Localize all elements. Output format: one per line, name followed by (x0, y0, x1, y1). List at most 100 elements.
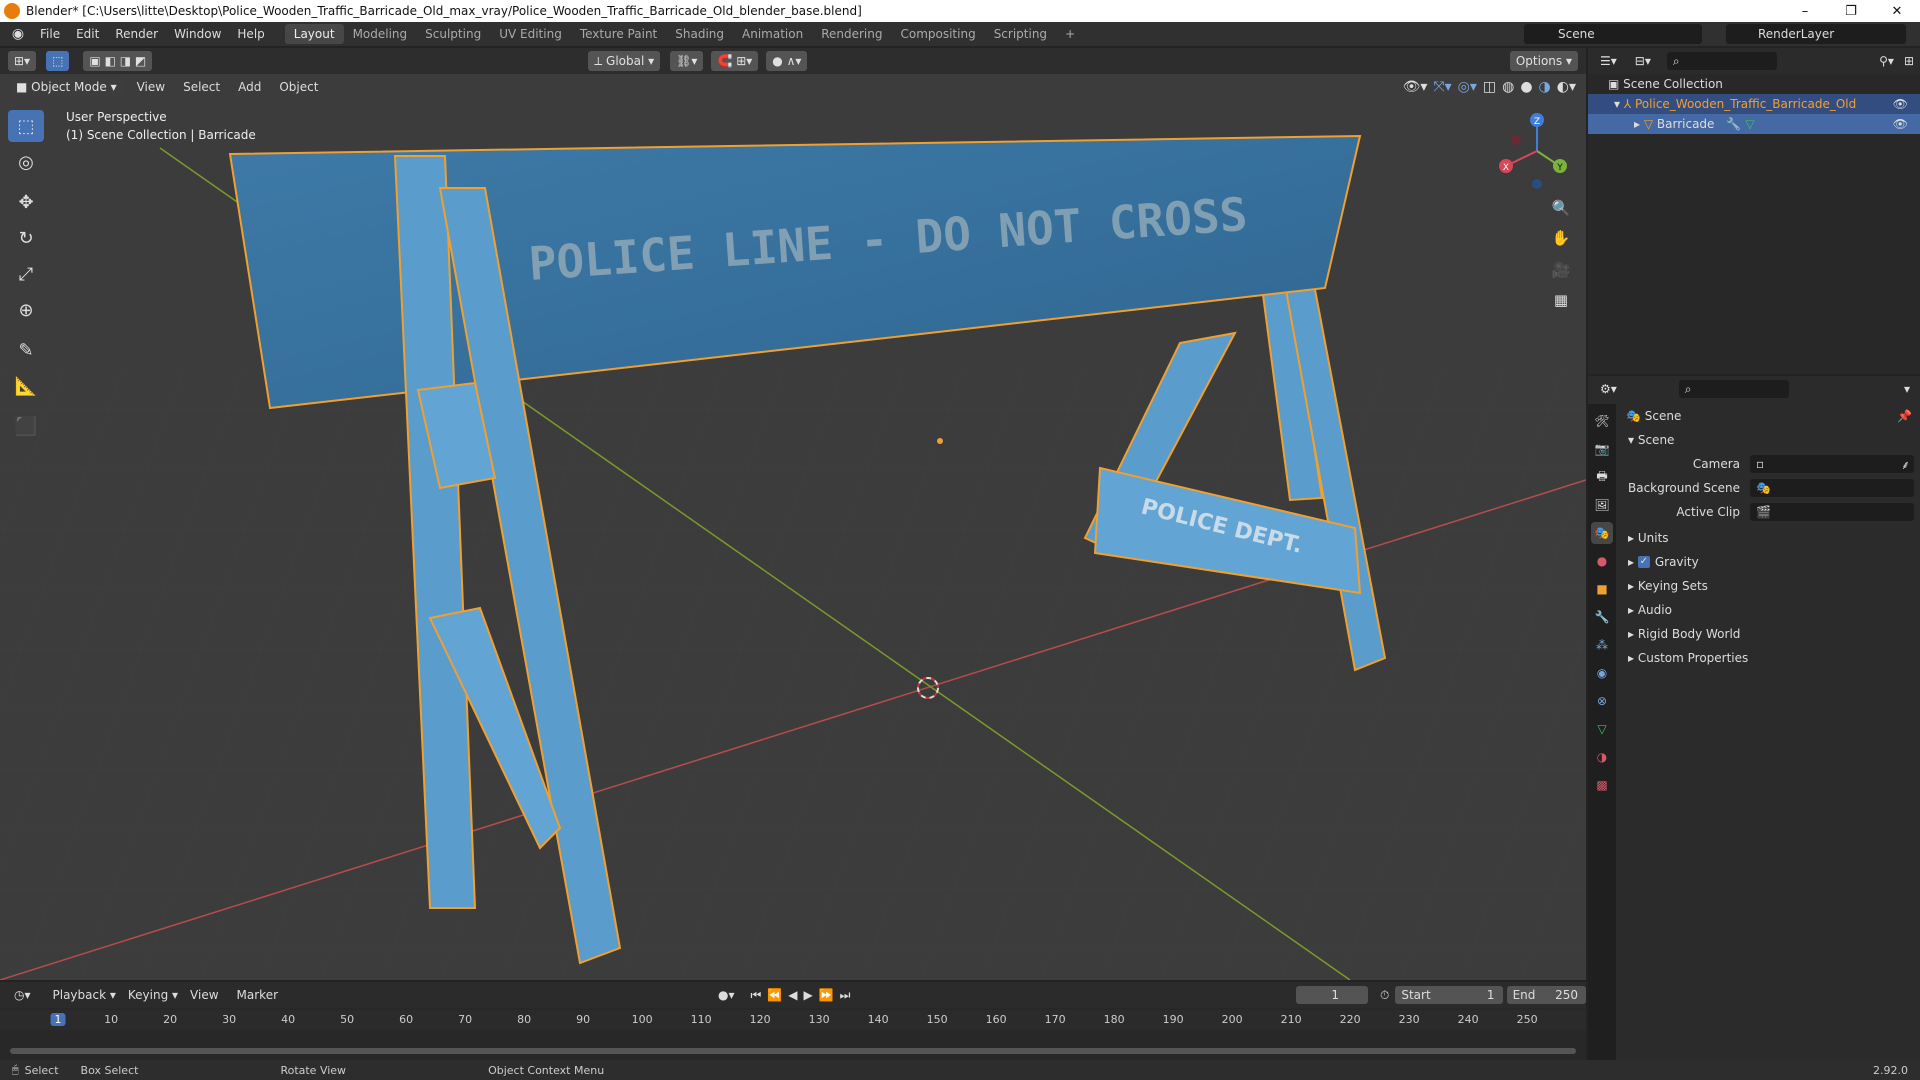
xray-toggle-icon[interactable]: ◫ (1483, 79, 1496, 95)
menu-help[interactable]: Help (229, 27, 272, 41)
navigation-gizmo[interactable]: Z Y X (1496, 110, 1578, 192)
tool-tab-icon[interactable]: 🛠 (1591, 410, 1613, 432)
properties-options-icon[interactable]: ▾ (1904, 382, 1910, 396)
minimize-button[interactable]: – (1782, 4, 1828, 19)
playback-controls[interactable]: ⏮⏪◀▶⏩⏭ (751, 988, 857, 1003)
menu-edit[interactable]: Edit (68, 27, 107, 41)
select-mode-button[interactable]: ⬚ (46, 51, 70, 71)
snap-toggle[interactable]: 🧲 ⊞▾ (711, 51, 759, 71)
menu-window[interactable]: Window (166, 27, 229, 41)
rendered-shading-icon[interactable]: ◐▾ (1557, 79, 1576, 95)
add-workspace-button[interactable]: + (1056, 24, 1084, 44)
transform-tool-icon[interactable]: ⊕ (8, 294, 44, 326)
end-frame-field[interactable]: End 250 (1506, 986, 1586, 1004)
data-tab-icon[interactable]: ▽ (1591, 718, 1613, 740)
timeline-scrollbar[interactable] (10, 1048, 1576, 1054)
texture-tab-icon[interactable]: ▩ (1591, 774, 1613, 796)
rotate-tool-icon[interactable]: ↻ (8, 222, 44, 254)
new-collection-icon[interactable]: ⊞ (1904, 54, 1914, 68)
outliner-row-collection[interactable]: ▾ ⅄ Police_Wooden_Traffic_Barricade_Old … (1588, 94, 1920, 114)
view-layer-tab-icon[interactable]: 🖼 (1591, 494, 1613, 516)
viewport-menu-select[interactable]: Select (183, 80, 220, 94)
blender-menu-icon[interactable]: ◉ (10, 26, 26, 42)
particles-tab-icon[interactable]: ⁂ (1591, 634, 1613, 656)
visibility-eye-icon[interactable]: 👁 (1893, 117, 1908, 131)
outliner-search-input[interactable]: ⌕ (1666, 52, 1777, 70)
mesh-data-icon[interactable]: ▽ (1745, 117, 1754, 131)
start-frame-field[interactable]: Start 1 (1395, 986, 1503, 1004)
timeline-menu-keying[interactable]: Keying (128, 988, 168, 1002)
gravity-panel[interactable]: ▸ ✓ Gravity (1618, 550, 1920, 574)
world-tab-icon[interactable]: ● (1591, 550, 1613, 572)
scene-tab-icon[interactable]: 🎭 (1591, 522, 1613, 544)
camera-field[interactable]: ▫ ⸙ (1750, 455, 1914, 473)
menu-render[interactable]: Render (107, 27, 166, 41)
scale-tool-icon[interactable]: ⤢ (8, 258, 44, 290)
tab-shading[interactable]: Shading (666, 24, 733, 44)
active-clip-field[interactable]: 🎬 (1750, 503, 1914, 521)
stopwatch-icon[interactable]: ⏱ (1380, 988, 1389, 1003)
display-mode-icon[interactable]: ⊟▾ (1628, 51, 1657, 71)
modifier-tab-icon[interactable]: 🔧 (1591, 606, 1613, 628)
frame-ruler[interactable]: 1 10 20 30 40 50 60 70 80 90 100 110 120 130 140 150 160… (0, 1010, 1586, 1030)
editor-type-button[interactable]: ⊞▾ (8, 51, 37, 71)
move-tool-icon[interactable]: ✥ (8, 186, 44, 218)
cursor-tool-icon[interactable]: ◎ (8, 146, 44, 178)
filter-icon[interactable]: ⚲▾ (1879, 54, 1894, 68)
rigid-body-world-panel[interactable]: ▸ Rigid Body World (1618, 622, 1920, 646)
overlays-toggle-icon[interactable]: ◎▾ (1458, 79, 1477, 95)
select-box-tool-icon[interactable]: ⬚ (8, 110, 44, 142)
add-cube-tool-icon[interactable]: ⬛ (8, 410, 44, 442)
units-panel[interactable]: ▸ Units (1618, 526, 1920, 550)
scene-section-header[interactable]: ▾ Scene (1618, 428, 1920, 452)
gravity-checkbox[interactable]: ✓ (1637, 556, 1650, 568)
material-tab-icon[interactable]: ◑ (1591, 746, 1613, 768)
current-frame-field[interactable]: 1 (1296, 986, 1368, 1004)
visibility-eye-icon[interactable]: 👁 (1893, 97, 1908, 111)
viewport-menu-view[interactable]: View (137, 80, 165, 94)
options-dropdown[interactable]: Options ▾ (1509, 51, 1578, 71)
timeline-menu-marker[interactable]: Marker (237, 988, 278, 1002)
ortho-toggle-icon[interactable]: ▦ (1547, 286, 1575, 314)
material-shading-icon[interactable]: ◑ (1539, 79, 1551, 95)
output-tab-icon[interactable]: 🖶 (1591, 466, 1613, 488)
properties-search-input[interactable]: ⌕ (1678, 380, 1789, 398)
viewport-menu-add[interactable]: Add (238, 80, 261, 94)
expand-arrow-icon[interactable]: ▾ (1614, 97, 1624, 111)
object-tab-icon[interactable]: ■ (1591, 578, 1613, 600)
annotate-tool-icon[interactable]: ✎ (8, 334, 44, 366)
tab-sculpting[interactable]: Sculpting (416, 24, 490, 44)
expand-arrow-icon[interactable]: ▸ (1634, 117, 1644, 131)
timeline-editor-type-icon[interactable]: ◷▾ (8, 985, 37, 1005)
custom-properties-panel[interactable]: ▸ Custom Properties (1618, 646, 1920, 670)
close-button[interactable]: ✕ (1874, 4, 1920, 19)
wireframe-shading-icon[interactable]: ◍ (1502, 79, 1514, 95)
zoom-icon[interactable]: 🔍 (1547, 194, 1575, 222)
pivot-point-dropdown[interactable]: ⛓▾ (670, 51, 704, 71)
pan-hand-icon[interactable]: ✋ (1547, 224, 1575, 252)
gizmo-toggle-icon[interactable]: ⤧▾ (1433, 79, 1451, 95)
menu-file[interactable]: File (32, 27, 68, 41)
viewport-menu-object[interactable]: Object (279, 80, 318, 94)
tab-animation[interactable]: Animation (733, 24, 812, 44)
render-tab-icon[interactable]: 📷 (1591, 438, 1613, 460)
3d-viewport[interactable]: POLICE LINE - DO NOT CROSS POLICE DEPT. … (0, 48, 1586, 980)
tab-layout[interactable]: Layout (284, 24, 344, 44)
constraints-tab-icon[interactable]: ⊗ (1591, 690, 1613, 712)
background-scene-field[interactable]: 🎭 (1750, 479, 1914, 497)
timeline-menu-playback[interactable]: Playback (53, 988, 107, 1002)
timeline-menu-view[interactable]: View (190, 988, 218, 1002)
record-button-icon[interactable]: ●▾ (718, 988, 735, 1002)
restore-button[interactable]: ❐ (1828, 4, 1874, 19)
outliner-row-barricade[interactable]: ▸ ▽ Barricade 🔧 ▽ 👁 (1588, 114, 1920, 134)
tab-rendering[interactable]: Rendering (812, 24, 891, 44)
tab-uv-editing[interactable]: UV Editing (490, 24, 571, 44)
selection-modes-group[interactable]: ▣ ◧ ◨ ◩ (83, 51, 153, 71)
keying-sets-panel[interactable]: ▸ Keying Sets (1618, 574, 1920, 598)
render-layer-selector[interactable]: RenderLayer (1726, 24, 1906, 44)
measure-tool-icon[interactable]: 📐 (8, 370, 44, 402)
pin-icon[interactable]: 📌 (1897, 409, 1912, 423)
solid-shading-icon[interactable]: ● (1520, 79, 1532, 95)
tab-modeling[interactable]: Modeling (344, 24, 417, 44)
proportional-edit-toggle[interactable]: ● ∧▾ (766, 51, 808, 71)
